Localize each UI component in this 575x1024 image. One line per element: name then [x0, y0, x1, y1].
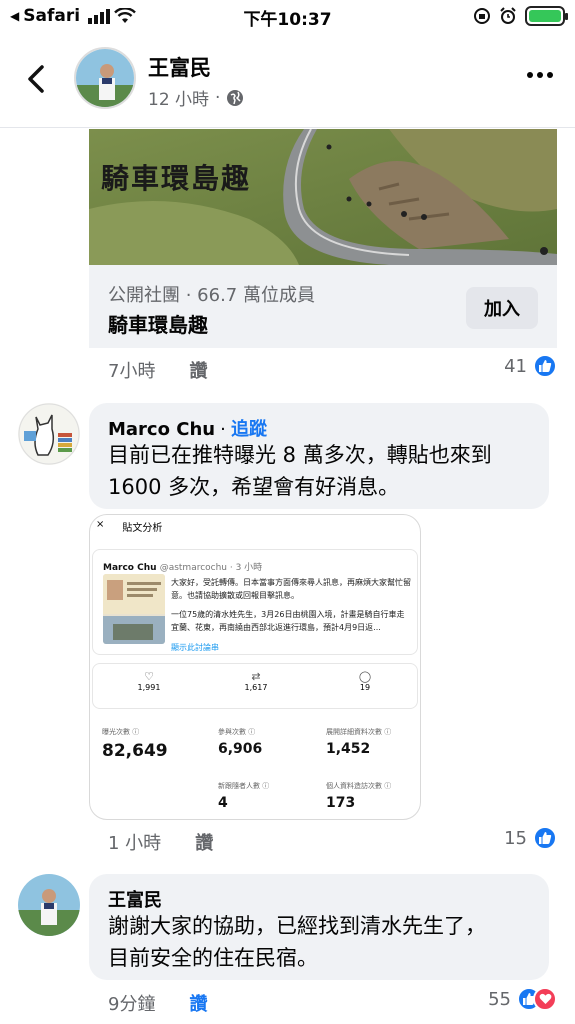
comment-text: 謝謝大家的協助，已經找到清水先生了， 目前安全的住在民宿。: [108, 914, 486, 970]
tweet-image-thumb: [103, 574, 165, 644]
comment-like-button[interactable]: 讚: [189, 990, 207, 1016]
post-time: 12 小時: [148, 90, 210, 110]
tweet-engagement: ♡ 1,991 ⇄ 1,617 ◯ 19: [92, 663, 418, 709]
post-time: 7小時: [108, 361, 156, 382]
profile-visits-metric: 個人資料造訪次數 ⓘ 173: [326, 782, 392, 811]
alarm-icon: [500, 7, 516, 24]
join-group-button[interactable]: 加入: [466, 287, 538, 329]
heart-reaction-icon: [533, 987, 557, 1011]
close-icon: ×: [96, 519, 105, 530]
retweet-icon: ⇄: [251, 670, 261, 683]
more-icon[interactable]: [527, 72, 553, 78]
comment-reaction-count[interactable]: 55: [488, 987, 557, 1011]
analytics-title: 貼文分析: [122, 523, 163, 534]
commenter-name[interactable]: Marco Chu: [108, 419, 215, 440]
new-followers-metric: 新跟隨者人數 ⓘ 4: [218, 782, 270, 811]
comment-time: 1 小時: [108, 833, 162, 854]
detail-expands-metric: 展開詳細資料次數 ⓘ 1,452: [326, 728, 392, 757]
comment-bubble: 王富民 謝謝大家的協助，已經找到清水先生了， 目前安全的住在民宿。: [89, 874, 549, 980]
group-preview-card[interactable]: 騎車環島趣 公開社團 · 66.7 萬位成員 騎車環島趣 加入: [89, 129, 557, 348]
post-meta: 12 小時 ·: [148, 85, 244, 110]
tweet-handle: @astmarcochu · 3 小時: [159, 563, 263, 573]
author-avatar[interactable]: [74, 47, 136, 109]
comment-action-row: 9分鐘 讚: [108, 990, 207, 1016]
follow-button[interactable]: 追蹤: [231, 419, 267, 440]
group-cover-image: 騎車環島趣: [89, 129, 557, 265]
heart-icon: ♡: [144, 670, 154, 683]
globe-icon: [227, 89, 244, 106]
commenter-avatar[interactable]: [18, 403, 80, 465]
comment-action-row: 1 小時 讚: [108, 829, 213, 855]
comment-text: 目前已在推特曝光 8 萬多次，轉貼也來到 1600 多次，希望會有好消息。: [108, 443, 492, 499]
comment-like-button[interactable]: 讚: [195, 829, 213, 855]
author-name[interactable]: 王富民: [148, 52, 211, 82]
tweet-card: Marco Chu @astmarcochu · 3 小時 大家好，受託轉傳。日…: [92, 549, 418, 655]
comment-reaction-count[interactable]: 15: [504, 826, 557, 850]
like-button[interactable]: 讚: [189, 357, 207, 383]
post-header: 王富民 12 小時 ·: [0, 38, 575, 128]
like-reaction-icon: [533, 354, 557, 378]
like-reaction-icon: [533, 826, 557, 850]
orientation-lock-icon: [474, 8, 490, 24]
tweet-user: Marco Chu: [103, 563, 157, 573]
tweet-text: 大家好，受託轉傳。日本當事方面傳來尋人訊息，再麻煩大家幫忙留意。也請協助擴散或回…: [171, 578, 411, 632]
comment-bubble: Marco Chu · 追蹤 目前已在推特曝光 8 萬多次，轉貼也來到 1600…: [89, 403, 549, 509]
post-action-row: 7小時 讚: [108, 357, 207, 383]
comment-time: 9分鐘: [108, 994, 156, 1015]
comment-attachment-image[interactable]: × 貼文分析 Marco Chu @astmarcochu · 3 小時 大家好…: [89, 514, 421, 820]
reaction-count[interactable]: 41: [504, 354, 557, 378]
back-chevron-icon[interactable]: [24, 64, 48, 94]
show-thread-link: 顯示此討論串: [171, 643, 219, 652]
status-bar: ◀ Safari 下午10:37: [0, 0, 575, 32]
engagements-metric: 參與次數 ⓘ 6,906: [218, 728, 263, 757]
group-meta: 公開社團 · 66.7 萬位成員: [108, 285, 315, 306]
group-cover-title: 騎車環島趣: [101, 162, 252, 195]
battery-icon: [525, 6, 568, 26]
commenter-avatar[interactable]: [18, 874, 80, 936]
reply-icon: ◯: [358, 670, 372, 683]
impressions-metric: 曝光次數 ⓘ 82,649: [102, 728, 168, 761]
group-name[interactable]: 騎車環島趣: [108, 309, 208, 338]
commenter-name[interactable]: 王富民: [108, 886, 162, 912]
